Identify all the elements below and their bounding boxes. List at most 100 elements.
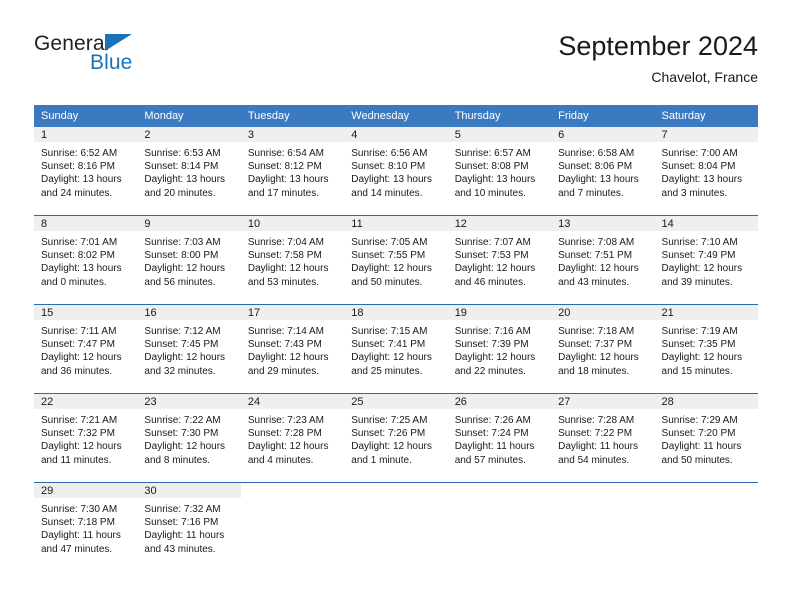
day-cell[interactable]: 4 Sunrise: 6:56 AM Sunset: 8:10 PM Daylight… xyxy=(344,127,448,216)
daylight-text-line2: and 14 minutes. xyxy=(351,187,423,199)
day-number: 13 xyxy=(558,218,571,230)
daylight-text-line2: and 43 minutes. xyxy=(558,276,630,288)
daylight-text-line1: Daylight: 12 hours xyxy=(351,263,432,275)
day-cell[interactable]: 5 Sunrise: 6:57 AM Sunset: 8:08 PM Daylight… xyxy=(447,127,552,216)
day-cell[interactable]: 12 Sunrise: 7:07 AM Sunset: 7:53 PM Dayligh… xyxy=(447,215,552,305)
daylight-text-line1: Daylight: 12 hours xyxy=(41,352,122,364)
calendar-week-row: 1 Sunrise: 6:52 AM Sunset: 8:16 PM Daylight… xyxy=(34,127,758,216)
page-subtitle-location: Chavelot, France xyxy=(651,69,758,85)
day-cell[interactable]: 16 Sunrise: 7:12 AM Sunset: 7:45 PM Dayligh… xyxy=(137,304,241,394)
sunrise-text: Sunrise: 7:08 AM xyxy=(558,237,635,248)
daylight-text-line1: Daylight: 13 hours xyxy=(558,174,639,186)
daylight-text-line1: Daylight: 12 hours xyxy=(454,263,536,275)
day-cell[interactable]: 17 Sunrise: 7:14 AM Sunset: 7:43 PM Dayligh… xyxy=(240,304,345,394)
day-cell[interactable]: 20 Sunrise: 7:18 AM Sunset: 7:37 PM Dayligh… xyxy=(551,304,655,394)
calendar-table: Sunday Monday Tuesday Wednesday Thursday… xyxy=(34,105,758,571)
daylight-text-line1: Daylight: 13 hours xyxy=(351,174,432,186)
day-cell[interactable]: 27 Sunrise: 7:28 AM Sunset: 7:22 PM Dayligh… xyxy=(551,393,655,483)
day-cell[interactable]: 11 Sunrise: 7:05 AM Sunset: 7:55 PM Dayligh… xyxy=(344,215,448,305)
day-cell[interactable]: 21 Sunrise: 7:19 AM Sunset: 7:35 PM Dayligh… xyxy=(654,304,758,394)
day-cell[interactable]: 2 Sunrise: 6:53 AM Sunset: 8:14 PM Daylight… xyxy=(137,127,241,216)
daylight-text-line2: and 47 minutes. xyxy=(41,543,113,555)
day-cell[interactable]: 8 Sunrise: 7:01 AM Sunset: 8:02 PM Daylight… xyxy=(34,215,138,305)
daylight-text-line2: and 1 minute. xyxy=(351,454,412,466)
day-cell[interactable]: 10 Sunrise: 7:04 AM Sunset: 7:58 PM Dayligh… xyxy=(240,215,345,305)
sunrise-text: Sunrise: 7:14 AM xyxy=(247,326,324,337)
daylight-text-line2: and 7 minutes. xyxy=(558,187,624,199)
day-cell[interactable]: 30 Sunrise: 7:32 AM Sunset: 7:16 PM Dayligh… xyxy=(137,482,241,571)
day-cell[interactable]: 7 Sunrise: 7:00 AM Sunset: 8:04 PM Daylight… xyxy=(654,127,758,216)
daylight-text-line2: and 25 minutes. xyxy=(351,365,423,377)
sunset-text: Sunset: 7:55 PM xyxy=(351,250,426,262)
daylight-text-line1: Daylight: 12 hours xyxy=(558,352,639,364)
sunset-text: Sunset: 7:24 PM xyxy=(454,428,529,440)
daylight-text-line1: Daylight: 12 hours xyxy=(144,263,226,275)
day-number: 10 xyxy=(247,218,261,230)
day-cell[interactable]: 22 Sunrise: 7:21 AM Sunset: 7:32 PM Dayligh… xyxy=(34,393,138,483)
daylight-text-line1: Daylight: 12 hours xyxy=(454,352,536,364)
day-cell[interactable]: 26 Sunrise: 7:26 AM Sunset: 7:24 PM Dayligh… xyxy=(447,393,552,483)
daylight-text-line2: and 32 minutes. xyxy=(144,365,216,377)
day-cell[interactable]: 25 Sunrise: 7:25 AM Sunset: 7:26 PM Dayligh… xyxy=(344,393,448,483)
daylight-text-line1: Daylight: 13 hours xyxy=(41,174,122,186)
daylight-text-line1: Daylight: 11 hours xyxy=(661,441,742,453)
sunrise-text: Sunrise: 6:53 AM xyxy=(144,148,221,159)
sunrise-text: Sunrise: 7:07 AM xyxy=(454,237,531,248)
daylight-text-line1: Daylight: 13 hours xyxy=(144,174,226,186)
day-number: 19 xyxy=(454,307,467,319)
day-number: 22 xyxy=(41,396,54,408)
day-number: 2 xyxy=(144,129,151,141)
sunrise-text: Sunrise: 6:58 AM xyxy=(558,148,635,159)
sunset-text: Sunset: 7:32 PM xyxy=(41,428,115,440)
day-cell[interactable]: 28 Sunrise: 7:29 AM Sunset: 7:20 PM Dayligh… xyxy=(654,393,758,483)
sunrise-text: Sunrise: 7:18 AM xyxy=(558,326,635,337)
day-cell[interactable]: 24 Sunrise: 7:23 AM Sunset: 7:28 PM Dayligh… xyxy=(240,393,345,483)
day-number: 5 xyxy=(454,129,461,141)
daylight-text-line2: and 18 minutes. xyxy=(558,365,630,377)
day-cell[interactable]: 29 Sunrise: 7:30 AM Sunset: 7:18 PM Dayligh… xyxy=(34,482,138,571)
daylight-text-line1: Daylight: 13 hours xyxy=(247,174,329,186)
weekday-header-sunday: Sunday xyxy=(34,105,138,127)
day-number: 6 xyxy=(558,129,565,141)
sunset-text: Sunset: 7:47 PM xyxy=(41,339,115,351)
daylight-text-line2: and 36 minutes. xyxy=(41,365,113,377)
day-number: 24 xyxy=(247,396,261,408)
sunset-text: Sunset: 8:16 PM xyxy=(41,161,115,173)
calendar-header-row: Sunday Monday Tuesday Wednesday Thursday… xyxy=(34,105,758,127)
day-cell[interactable]: 6 Sunrise: 6:58 AM Sunset: 8:06 PM Daylight… xyxy=(551,127,655,216)
calendar-week-row: 22 Sunrise: 7:21 AM Sunset: 7:32 PM Dayligh… xyxy=(34,393,758,483)
day-cell[interactable]: 9 Sunrise: 7:03 AM Sunset: 8:00 PM Daylight… xyxy=(137,215,241,305)
day-number: 16 xyxy=(144,307,157,319)
brand-logo[interactable]: General Blue xyxy=(34,32,234,84)
day-number: 27 xyxy=(558,396,571,408)
day-cell[interactable]: 3 Sunrise: 6:54 AM Sunset: 8:12 PM Daylight… xyxy=(240,127,345,216)
sunrise-text: Sunrise: 7:05 AM xyxy=(351,237,428,248)
daylight-text-line2: and 24 minutes. xyxy=(41,187,113,199)
day-cell[interactable]: 13 Sunrise: 7:08 AM Sunset: 7:51 PM Dayligh… xyxy=(551,215,655,305)
daylight-text-line2: and 17 minutes. xyxy=(247,187,320,199)
day-cell-empty xyxy=(344,482,448,571)
title-block: September 2024 Chavelot, France xyxy=(558,30,758,87)
day-number: 26 xyxy=(454,396,467,408)
day-cell-empty xyxy=(240,482,345,571)
sunset-text: Sunset: 8:12 PM xyxy=(247,161,322,173)
day-cell[interactable]: 1 Sunrise: 6:52 AM Sunset: 8:16 PM Daylight… xyxy=(34,127,138,216)
day-cell[interactable]: 19 Sunrise: 7:16 AM Sunset: 7:39 PM Dayligh… xyxy=(447,304,552,394)
sunset-text: Sunset: 7:26 PM xyxy=(351,428,426,440)
day-cell[interactable]: 18 Sunrise: 7:15 AM Sunset: 7:41 PM Dayligh… xyxy=(344,304,448,394)
day-cell[interactable]: 15 Sunrise: 7:11 AM Sunset: 7:47 PM Dayligh… xyxy=(34,304,138,394)
daylight-text-line1: Daylight: 13 hours xyxy=(41,263,122,275)
triangle-icon xyxy=(105,34,132,51)
day-cell[interactable]: 23 Sunrise: 7:22 AM Sunset: 7:30 PM Dayligh… xyxy=(137,393,241,483)
day-number: 11 xyxy=(351,218,363,230)
sunrise-text: Sunrise: 6:52 AM xyxy=(41,148,118,159)
day-cell[interactable]: 14 Sunrise: 7:10 AM Sunset: 7:49 PM Dayligh… xyxy=(654,215,758,305)
weekday-header-wednesday: Wednesday xyxy=(344,105,448,127)
daylight-text-line1: Daylight: 11 hours xyxy=(454,441,535,453)
daylight-text-line1: Daylight: 11 hours xyxy=(41,530,121,542)
sunrise-text: Sunrise: 7:10 AM xyxy=(661,237,738,248)
daylight-text-line1: Daylight: 13 hours xyxy=(661,174,743,186)
page-title: September 2024 xyxy=(558,31,758,61)
daylight-text-line1: Daylight: 11 hours xyxy=(144,530,225,542)
calendar-body: 1 Sunrise: 6:52 AM Sunset: 8:16 PM Daylight… xyxy=(34,127,758,571)
